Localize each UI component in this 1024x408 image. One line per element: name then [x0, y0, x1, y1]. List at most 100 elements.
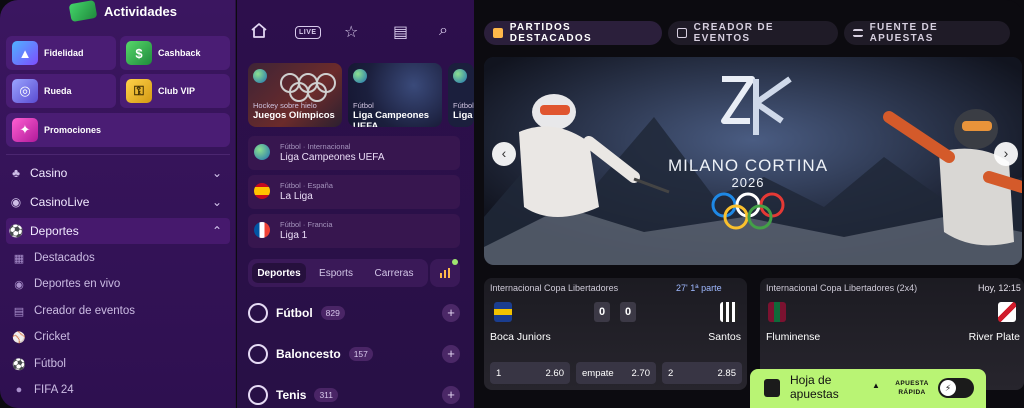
sidebar-item-futbol[interactable]: ⚽ Fútbol — [10, 352, 66, 376]
cashback-icon: $ — [126, 41, 152, 65]
sidebar-item-label: Creador de eventos — [34, 305, 136, 317]
tile-label: Club VIP — [158, 86, 196, 96]
section-label: Deportes — [30, 224, 79, 238]
builder-icon: ▤ — [13, 305, 25, 318]
search-icon[interactable]: ⌕ — [439, 22, 448, 40]
section-label: CasinoLive — [30, 195, 90, 209]
section-casinolive[interactable]: ◉ CasinoLive ⌄ — [6, 189, 230, 215]
tile-fidelidad[interactable]: ▲ Fidelidad — [6, 36, 116, 70]
home-icon[interactable] — [250, 22, 268, 43]
sidebar-item-fifa-24[interactable]: ● FIFA 24 — [10, 378, 74, 402]
activities-header[interactable]: Actividades — [68, 0, 177, 23]
featured-sport: Fútbol — [353, 101, 374, 110]
league-row[interactable]: Fútbol · Francia Liga 1 — [248, 214, 460, 248]
featured-sport: Hockey sobre hielo — [253, 101, 317, 110]
sport-name: Fútbol — [276, 306, 313, 320]
sidebar-item-destacados[interactable]: ▦ Destacados — [10, 246, 95, 270]
left-sidebar: Actividades ▲ Fidelidad $ Cashback ◎ Rue… — [0, 0, 236, 408]
league-row[interactable]: Fútbol · Internacional Liga Campeones UE… — [248, 136, 460, 170]
activities-title: Actividades — [104, 3, 177, 19]
globe-icon — [254, 144, 270, 160]
tile-label: Fidelidad — [44, 48, 84, 58]
betslip-icon — [764, 379, 780, 397]
tab-deportes[interactable]: Deportes — [252, 263, 306, 283]
tab-label: FUENTE DE APUESTAS — [869, 22, 939, 44]
tile-label: Rueda — [44, 86, 72, 96]
globe-icon — [353, 69, 367, 83]
tab-partidos-destacados[interactable]: PARTIDOS DESTACADOS — [484, 21, 662, 45]
odd-button[interactable]: 1 2.60 — [490, 362, 570, 384]
chevron-down-icon: ⌄ — [211, 166, 222, 180]
odd-value: 2.70 — [631, 367, 651, 379]
promo-banner[interactable]: MILANO CORTINA 2026 — [484, 57, 1022, 265]
calendar-icon — [677, 28, 687, 38]
star-icon[interactable]: ☆ — [344, 22, 358, 42]
sidebar-item-label: FIFA 24 — [34, 384, 74, 396]
match-competition: Internacional Copa Libertadores (2x4) — [766, 283, 918, 293]
sidebar-item-cricket[interactable]: ⚾ Cricket — [10, 325, 70, 349]
banner-illustration: MILANO CORTINA 2026 — [484, 57, 1022, 265]
tab-esports[interactable]: Esports — [310, 263, 362, 283]
tab-creador-de-eventos[interactable]: CREADOR DE EVENTOS — [668, 21, 838, 45]
quick-bet-toggle[interactable]: ⚡ — [938, 378, 974, 398]
expand-plus-icon[interactable]: + — [442, 386, 460, 404]
tab-carreras[interactable]: Carreras — [366, 263, 422, 283]
soccer-ball-icon: ⚽ — [12, 358, 26, 371]
sport-row-futbol[interactable]: Fútbol 829 + — [248, 300, 460, 326]
score-away: 0 — [620, 302, 636, 322]
team-home: Fluminense — [766, 331, 821, 343]
team-crest-icon — [768, 302, 786, 322]
league-meta: Fútbol · Francia — [280, 220, 333, 229]
league-row[interactable]: Fútbol · España La Liga — [248, 175, 460, 209]
match-card[interactable]: Internacional Copa Libertadores 27' 1ª p… — [484, 278, 747, 390]
featured-card[interactable]: Hockey sobre hielo Juegos Olímpicos — [248, 63, 342, 127]
betslip-bar[interactable]: Hoja de apuestas ▲ APUESTA RÁPIDA ⚡ — [750, 369, 986, 408]
expand-plus-icon[interactable]: + — [442, 345, 460, 363]
tile-cashback[interactable]: $ Cashback — [120, 36, 230, 70]
featured-card[interactable]: Fútbol Liga — [448, 63, 474, 127]
carousel-prev-button[interactable]: ‹ — [492, 142, 516, 166]
carousel-next-button[interactable]: › — [994, 142, 1018, 166]
match-time: Hoy, 12:15 — [978, 283, 1021, 293]
wheel-icon: ◎ — [12, 79, 38, 103]
section-deportes[interactable]: ⚽ Deportes ⌃ — [6, 218, 230, 244]
star-calendar-icon: ▦ — [13, 252, 25, 265]
promo-icon: ✦ — [12, 118, 38, 142]
expand-plus-icon[interactable]: + — [442, 304, 460, 322]
featured-card[interactable]: Fútbol Liga Campeones UEFA — [348, 63, 442, 127]
chevron-up-icon: ▲ — [872, 381, 880, 390]
tile-promociones[interactable]: ✦ Promociones — [6, 113, 230, 147]
feed-icon — [853, 29, 863, 37]
league-name: Liga Campeones UEFA — [280, 152, 385, 163]
team-crest-icon — [494, 302, 512, 322]
betslip-icon[interactable]: ▤ — [393, 22, 408, 42]
lightning-icon: ⚡ — [940, 380, 956, 396]
sport-count: 157 — [348, 347, 373, 361]
cricket-icon: ⚾ — [12, 331, 26, 344]
match-competition: Internacional Copa Libertadores — [490, 283, 619, 293]
chevron-up-icon: ⌃ — [211, 224, 222, 238]
odd-button[interactable]: 2 2.85 — [662, 362, 742, 384]
tile-rueda[interactable]: ◎ Rueda — [6, 74, 116, 108]
sidebar-item-creador-de-eventos[interactable]: ▤ Creador de eventos — [10, 299, 135, 323]
vip-key-icon: ⚿ — [126, 79, 152, 103]
odd-button[interactable]: empate 2.70 — [576, 362, 656, 384]
globe-icon — [453, 69, 467, 83]
sports-tabs: Deportes Esports Carreras — [248, 259, 428, 287]
league-name: Liga 1 — [280, 230, 308, 241]
sport-row-tenis[interactable]: Tenis 311 + — [248, 382, 460, 408]
match-time: 27' 1ª parte — [676, 283, 722, 293]
grid-icon — [493, 28, 503, 38]
soccer-ball-icon: ⚽ — [8, 224, 24, 238]
sidebar-item-deportes-en-vivo[interactable]: ◉ Deportes en vivo — [10, 272, 120, 296]
spain-flag-icon — [254, 183, 270, 199]
tile-club-vip[interactable]: ⚿ Club VIP — [120, 74, 230, 108]
sidebar-item-label: Destacados — [34, 252, 95, 264]
quick-bet-label: APUESTA RÁPIDA — [895, 380, 929, 396]
sport-row-baloncesto[interactable]: Baloncesto 157 + — [248, 341, 460, 367]
section-casino[interactable]: ♣ Casino ⌄ — [6, 160, 230, 186]
stats-button[interactable] — [430, 259, 460, 287]
live-icon[interactable]: LIVE — [295, 26, 321, 39]
tab-fuente-de-apuestas[interactable]: FUENTE DE APUESTAS — [844, 21, 1010, 45]
league-name: La Liga — [280, 191, 313, 202]
